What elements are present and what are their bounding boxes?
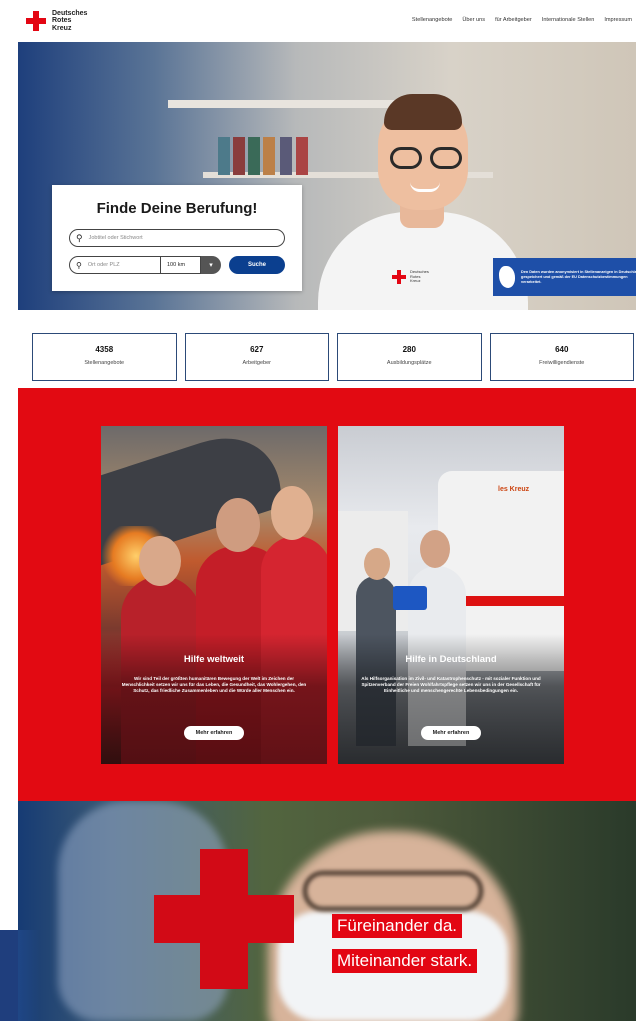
chevron-down-icon[interactable]: ▾ — [201, 256, 221, 274]
big-red-cross-icon — [154, 849, 294, 989]
nav-fuer-arbeitgeber[interactable]: für Arbeitgeber — [495, 17, 532, 23]
drk-logo[interactable]: Deutsches Rotes Kreuz — [26, 10, 87, 33]
stat-ausbildungsplaetze[interactable]: 280 Ausbildungsplätze — [337, 333, 482, 381]
book-decoration — [248, 137, 260, 175]
data-notice-text: Den Daten wurden anonymisiert in Stellen… — [521, 269, 636, 284]
glasses-decoration — [303, 871, 483, 911]
slogan-line-1: Füreinander da. — [332, 914, 463, 938]
stat-label: Arbeitgeber — [242, 360, 271, 366]
book-decoration — [218, 137, 230, 175]
mehr-erfahren-button[interactable]: Mehr erfahren — [421, 726, 481, 740]
slogan-line-2: Miteinander stark. — [332, 949, 478, 973]
keyword-search-input[interactable]: ⚲ Jobtitel oder Stichwort — [69, 229, 285, 247]
location-pin-icon: ⚲ — [76, 260, 82, 270]
location-placeholder: Ort oder PLZ — [87, 262, 120, 268]
location-input[interactable]: ⚲ Ort oder PLZ — [69, 256, 161, 274]
germany-map-icon — [499, 266, 515, 288]
main-nav: Stellenangebote Über uns für Arbeitgeber… — [412, 17, 632, 23]
stat-label: Ausbildungsplätze — [386, 360, 432, 366]
red-cross-icon — [26, 11, 46, 31]
glasses-decoration — [386, 147, 466, 171]
person-head — [271, 486, 313, 540]
book-decoration — [296, 137, 308, 175]
nav-impressum[interactable]: Impressum — [604, 17, 632, 23]
person-head — [364, 548, 390, 580]
supply-box-decoration — [393, 586, 427, 610]
stat-number: 4358 — [95, 345, 114, 354]
card-text: Wir sind Teil der größten humanitären Be… — [121, 676, 307, 693]
search-button[interactable]: Suche — [229, 256, 285, 274]
ambulance-text: les Kreuz — [498, 486, 530, 493]
hero-person-hair — [384, 94, 462, 130]
mehr-erfahren-button[interactable]: Mehr erfahren — [184, 726, 244, 740]
search-icon: ⚲ — [76, 232, 83, 243]
logo-text: Deutsches Rotes Kreuz — [52, 9, 88, 32]
nav-stellenangebote[interactable]: Stellenangebote — [412, 17, 452, 23]
stat-stellenangebote[interactable]: 4358 Stellenangebote — [32, 333, 177, 381]
card-text: Als Hilfsorganisation im Zivil- und Kata… — [361, 676, 541, 693]
book-decoration — [280, 137, 292, 175]
person-head — [139, 536, 181, 586]
person-head — [216, 498, 260, 552]
site-header: Deutsches Rotes Kreuz Stellenangebote Üb… — [18, 0, 636, 42]
stat-freiwilligendienste[interactable]: 640 Freiwilligendienste — [489, 333, 634, 381]
stat-label: Stellenangebote — [84, 360, 125, 366]
card-hilfe-weltweit[interactable]: Hilfe weltweit Wir sind Teil der größten… — [101, 426, 327, 764]
stat-label: Freiwilligendienste — [539, 360, 585, 366]
location-row: ⚲ Ort oder PLZ 100 km ▾ Suche — [69, 256, 285, 274]
search-title: Finde Deine Berufung! — [96, 200, 258, 217]
stats-row: 4358 Stellenangebote 627 Arbeitgeber 280… — [32, 333, 634, 381]
page: Deutsches Rotes Kreuz Stellenangebote Üb… — [0, 0, 636, 1021]
nav-internationale-stellen[interactable]: Internationale Stellen — [542, 17, 595, 23]
data-notice-box: Den Daten wurden anonymisiert in Stellen… — [493, 258, 636, 296]
keyword-placeholder: Jobtitel oder Stichwort — [88, 235, 143, 241]
card-title: Hilfe in Deutschland — [405, 654, 497, 665]
help-section: Hilfe weltweit Wir sind Teil der größten… — [18, 388, 636, 801]
book-decoration — [263, 137, 275, 175]
shirt-logo-text: Deutsches Rotes Kreuz — [410, 269, 429, 283]
radius-select[interactable]: 100 km — [161, 256, 201, 274]
book-decoration — [233, 137, 245, 175]
slogan-banner: Füreinander da. Miteinander stark. — [18, 801, 636, 1021]
nav-ueber-uns[interactable]: Über uns — [462, 17, 485, 23]
stat-number: 627 — [250, 345, 264, 354]
edge-overlay — [0, 930, 18, 1021]
person-head — [420, 530, 450, 568]
job-search-card: Finde Deine Berufung! ⚲ Jobtitel oder St… — [52, 185, 302, 291]
stat-number: 280 — [402, 345, 416, 354]
stat-arbeitgeber[interactable]: 627 Arbeitgeber — [184, 333, 329, 381]
card-hilfe-in-deutschland[interactable]: les Kreuz Hilfe in Deutschland Als Hilfs… — [338, 426, 564, 764]
card-title: Hilfe weltweit — [183, 654, 245, 665]
shirt-red-cross-icon — [392, 270, 406, 284]
stat-number: 640 — [555, 345, 569, 354]
